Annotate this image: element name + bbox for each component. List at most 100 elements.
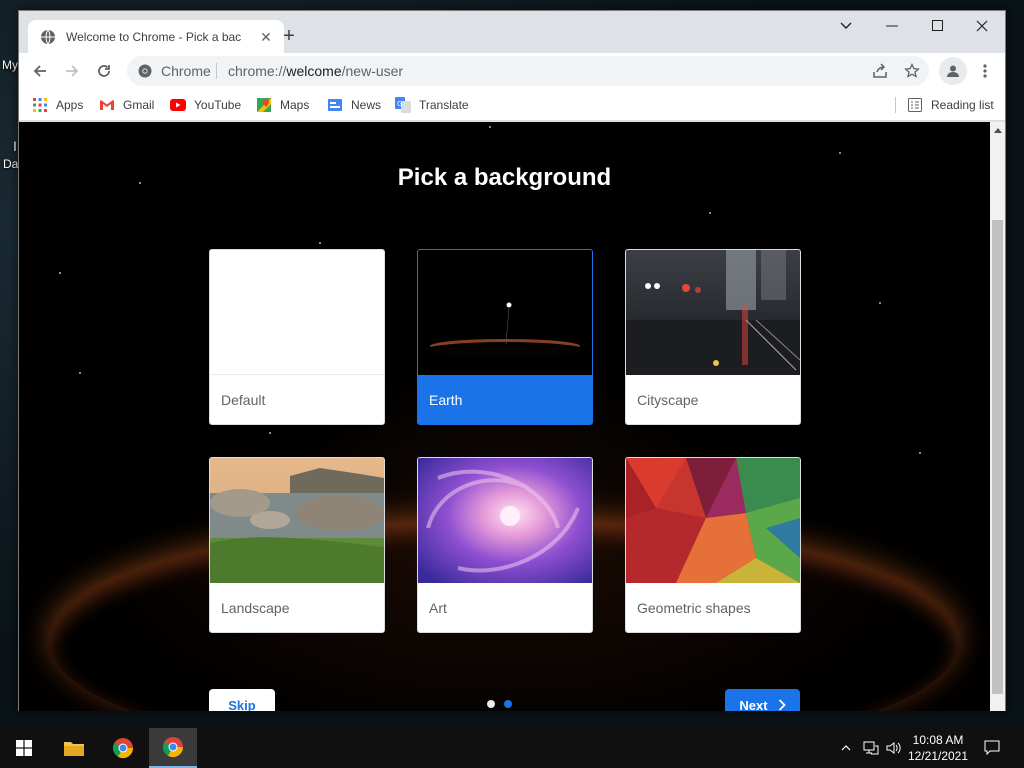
chevron-up-icon <box>841 745 851 751</box>
star <box>319 242 321 244</box>
reading-list-button[interactable]: Reading list <box>907 89 994 121</box>
network-icon <box>863 741 879 755</box>
taskbar-clock[interactable]: 10:08 AM 12/21/2021 <box>902 732 974 764</box>
bookmark-label: Translate <box>419 98 469 112</box>
back-button[interactable] <box>26 57 54 85</box>
show-hidden-icons-button[interactable] <box>836 728 856 768</box>
scroll-thumb[interactable] <box>992 220 1003 694</box>
network-button[interactable] <box>860 728 882 768</box>
reload-button[interactable] <box>90 57 118 85</box>
bookmark-star-button[interactable] <box>902 61 922 81</box>
next-button-label: Next <box>739 697 768 712</box>
taskbar-chrome-active[interactable] <box>149 728 197 768</box>
default-preview <box>210 250 384 375</box>
address-bar[interactable]: Chrome chrome://welcome/new-user <box>127 56 929 86</box>
cityscape-preview <box>626 250 800 375</box>
bookmark-news[interactable]: News <box>327 89 381 121</box>
star <box>879 302 881 304</box>
close-window-button[interactable] <box>959 11 1005 41</box>
reading-list-label: Reading list <box>931 98 994 112</box>
tab-strip: Welcome to Chrome - Pick a bac ✕ + <box>19 11 1005 53</box>
start-button[interactable] <box>0 728 48 768</box>
star <box>839 152 841 154</box>
star <box>79 372 81 374</box>
desktop-icon-label[interactable]: My <box>2 58 18 72</box>
maximize-icon <box>932 20 943 31</box>
earth-preview <box>418 250 592 375</box>
next-button[interactable]: Next <box>725 689 800 711</box>
background-card-earth[interactable]: Earth <box>417 249 593 425</box>
folder-icon <box>64 742 84 756</box>
star <box>489 126 491 128</box>
bookmark-label: Maps <box>280 98 310 112</box>
chrome-logo-icon <box>138 64 152 78</box>
bookmark-maps[interactable]: Maps <box>256 89 309 121</box>
url-host: welcome <box>286 63 342 79</box>
minimize-icon <box>886 25 898 27</box>
close-icon <box>976 20 988 32</box>
new-tab-button[interactable]: + <box>277 25 301 49</box>
url-text[interactable]: chrome://welcome/new-user <box>228 56 403 86</box>
background-card-default[interactable]: Default <box>209 249 385 425</box>
bookmark-gmail[interactable]: Gmail <box>99 89 154 121</box>
bookmarks-divider <box>895 97 896 113</box>
card-label: Cityscape <box>637 392 699 408</box>
page-title: Pick a background <box>397 164 612 191</box>
background-card-landscape[interactable]: Landscape <box>209 457 385 633</box>
omnibox-divider <box>216 63 217 79</box>
chrome-icon <box>112 738 134 759</box>
share-button[interactable] <box>870 61 890 81</box>
taskbar-chrome[interactable] <box>99 728 147 768</box>
url-scheme: chrome:// <box>228 63 287 79</box>
chrome-window: Welcome to Chrome - Pick a bac ✕ + Chrom… <box>18 10 1006 711</box>
geometric-shapes-preview <box>626 458 800 583</box>
forward-button[interactable] <box>58 57 86 85</box>
taskbar: 10:08 AM 12/21/2021 <box>0 728 1024 768</box>
card-label: Art <box>429 600 447 616</box>
page-scrollbar[interactable] <box>990 122 1005 711</box>
bookmark-label: Gmail <box>123 98 155 112</box>
notification-icon <box>984 740 1000 756</box>
arrow-left-icon <box>33 65 46 77</box>
star <box>269 432 271 434</box>
menu-button[interactable] <box>971 57 999 85</box>
svg-text:G: G <box>397 100 402 108</box>
reading-list-icon <box>907 97 923 113</box>
bookmark-apps[interactable]: Apps <box>32 89 83 121</box>
scroll-up-button[interactable] <box>990 122 1005 139</box>
chrome-icon <box>162 737 184 758</box>
action-center-button[interactable] <box>978 728 1006 768</box>
profile-button[interactable] <box>939 57 967 85</box>
gmail-icon <box>99 97 115 113</box>
taskbar-file-explorer[interactable] <box>50 728 98 768</box>
bookmark-translate[interactable]: G Translate <box>395 89 469 121</box>
card-label: Default <box>221 392 266 408</box>
skip-button[interactable]: Skip <box>209 689 275 711</box>
apps-grid-icon <box>32 97 48 113</box>
windows-logo-icon <box>16 740 32 756</box>
background-card-geometric-shapes[interactable]: Geometric shapes <box>625 457 801 633</box>
star <box>919 452 921 454</box>
arrow-right-icon <box>66 65 79 77</box>
toolbar: Chrome chrome://welcome/new-user <box>19 53 1005 89</box>
tab-welcome[interactable]: Welcome to Chrome - Pick a bac ✕ <box>28 20 284 53</box>
tab-search-button[interactable] <box>831 11 861 41</box>
youtube-icon <box>170 97 186 113</box>
star-icon <box>904 63 920 78</box>
avatar-icon <box>947 65 959 77</box>
caret-up-icon <box>993 128 1002 133</box>
step-dot-1 <box>487 700 495 708</box>
card-label: Geometric shapes <box>637 600 751 616</box>
bookmark-label: News <box>351 98 382 112</box>
minimize-button[interactable] <box>869 11 915 41</box>
bookmark-youtube[interactable]: YouTube <box>170 89 241 121</box>
bookmark-label: YouTube <box>194 98 242 112</box>
maximize-button[interactable] <box>915 11 961 41</box>
close-tab-icon[interactable]: ✕ <box>258 29 274 45</box>
background-card-art[interactable]: Art <box>417 457 593 633</box>
card-label: Earth <box>429 392 463 408</box>
desktop-icon-label[interactable]: Da <box>3 157 18 171</box>
volume-button[interactable] <box>884 728 904 768</box>
background-card-cityscape[interactable]: Cityscape <box>625 249 801 425</box>
bookmark-label: Apps <box>56 98 84 112</box>
